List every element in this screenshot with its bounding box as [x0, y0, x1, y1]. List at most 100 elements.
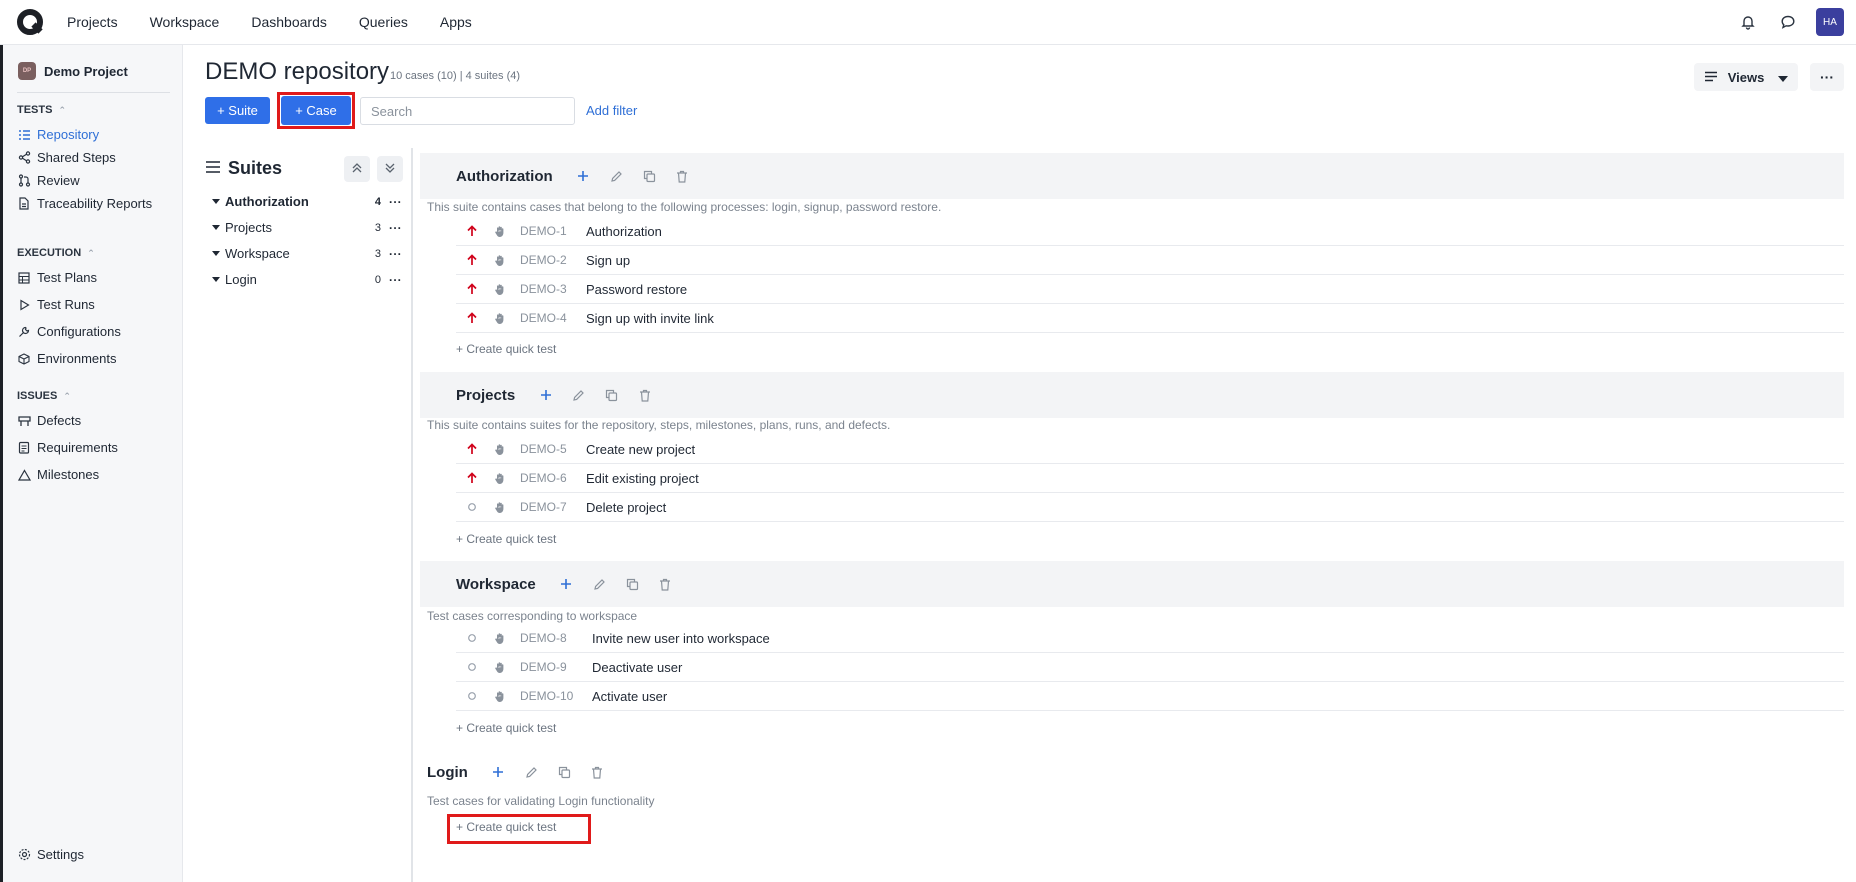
sidebar-item-label: Repository [37, 127, 100, 142]
chat-icon[interactable] [1768, 14, 1808, 30]
caret-down-icon[interactable] [212, 251, 220, 256]
project-switcher[interactable]: DP Demo Project [3, 45, 182, 80]
plus-icon[interactable] [482, 766, 515, 778]
case-title[interactable]: Delete project [586, 500, 666, 515]
caret-down-icon[interactable] [212, 199, 220, 204]
nav-dashboards[interactable]: Dashboards [251, 14, 327, 30]
copy-icon[interactable] [633, 170, 666, 183]
table-row[interactable]: DEMO-1 Authorization [456, 217, 1844, 246]
expand-all-button[interactable] [377, 156, 403, 182]
case-title[interactable]: Deactivate user [592, 660, 682, 675]
table-row[interactable]: DEMO-6 Edit existing project [456, 464, 1844, 493]
caret-down-icon[interactable] [212, 277, 220, 282]
menu-lines-icon [1704, 70, 1718, 85]
create-quick-test-link[interactable]: + Create quick test [456, 532, 556, 546]
tree-item-authorization[interactable]: Authorization 4 ... [212, 192, 402, 209]
sidebar-item-review[interactable]: Review [17, 173, 80, 188]
table-row[interactable]: DEMO-3 Password restore [456, 275, 1844, 304]
project-name: Demo Project [44, 63, 128, 79]
plus-icon[interactable] [567, 170, 600, 182]
pull-request-icon [17, 174, 31, 188]
tree-item-workspace[interactable]: Workspace 3 ... [212, 244, 402, 261]
trash-icon[interactable] [581, 766, 614, 779]
manual-hand-icon [492, 632, 508, 645]
more-options-button[interactable]: ··· [1810, 63, 1844, 91]
case-title[interactable]: Create new project [586, 442, 695, 457]
table-row[interactable]: DEMO-8 Invite new user into workspace [456, 624, 1844, 653]
collapse-all-button[interactable] [344, 156, 370, 182]
cube-icon [17, 352, 31, 366]
plus-icon[interactable] [550, 578, 583, 590]
table-row[interactable]: DEMO-5 Create new project [456, 435, 1844, 464]
add-filter-link[interactable]: Add filter [586, 103, 637, 118]
pencil-icon[interactable] [600, 170, 633, 183]
tree-item-projects[interactable]: Projects 3 ... [212, 218, 402, 235]
case-title[interactable]: Sign up [586, 253, 630, 268]
user-avatar[interactable]: HA [1816, 8, 1844, 36]
copy-icon[interactable] [616, 578, 649, 591]
tree-item-count: 4 [374, 195, 381, 208]
sidebar-item-traceability-reports[interactable]: Traceability Reports [17, 196, 152, 211]
trash-icon[interactable] [666, 170, 699, 183]
add-case-button[interactable]: + Case [281, 96, 351, 125]
sidebar-item-test-plans[interactable]: Test Plans [17, 270, 97, 285]
sidebar-item-defects[interactable]: Defects [17, 413, 81, 428]
section-execution[interactable]: EXECUTION ⌃ [3, 247, 95, 259]
table-row[interactable]: DEMO-2 Sign up [456, 246, 1844, 275]
pencil-icon[interactable] [583, 578, 616, 591]
copy-icon[interactable] [595, 389, 628, 402]
case-title[interactable]: Authorization [586, 224, 662, 239]
triangle-icon [17, 468, 31, 482]
create-quick-test-link[interactable]: + Create quick test [456, 721, 556, 735]
trash-icon[interactable] [628, 389, 661, 402]
sidebar-item-repository[interactable]: Repository [17, 127, 99, 142]
bell-icon[interactable] [1728, 14, 1768, 30]
nav-workspace[interactable]: Workspace [150, 14, 220, 30]
table-row[interactable]: DEMO-9 Deactivate user [456, 653, 1844, 682]
nav-projects[interactable]: Projects [67, 14, 118, 30]
add-suite-button[interactable]: + Suite [205, 97, 270, 124]
tree-item-login[interactable]: Login 0 ... [212, 270, 402, 287]
views-button[interactable]: Views [1694, 63, 1798, 91]
section-tests[interactable]: TESTS ⌃ [3, 104, 66, 116]
sidebar-item-test-runs[interactable]: Test Runs [17, 297, 95, 312]
table-row[interactable]: DEMO-7 Delete project [456, 493, 1844, 522]
more-dots-icon[interactable]: ... [389, 244, 402, 258]
more-dots-icon[interactable]: ... [389, 270, 402, 284]
case-title[interactable]: Password restore [586, 282, 687, 297]
priority-none-circle-icon [464, 691, 480, 701]
nav-queries[interactable]: Queries [359, 14, 408, 30]
create-quick-test-link[interactable]: + Create quick test [456, 820, 556, 834]
table-row[interactable]: DEMO-10 Activate user [456, 682, 1844, 711]
copy-icon[interactable] [548, 766, 581, 779]
manual-hand-icon [492, 283, 508, 296]
sidebar-item-shared-steps[interactable]: Shared Steps [17, 150, 116, 165]
table-row[interactable]: DEMO-4 Sign up with invite link [456, 304, 1844, 333]
search-input[interactable] [360, 97, 575, 125]
case-title[interactable]: Invite new user into workspace [592, 631, 770, 646]
table-icon [17, 271, 31, 285]
trash-icon[interactable] [649, 578, 682, 591]
qase-logo-icon[interactable] [15, 7, 45, 37]
play-icon [17, 298, 31, 312]
sidebar-item-environments[interactable]: Environments [17, 351, 116, 366]
sidebar-item-settings[interactable]: Settings [17, 847, 84, 862]
more-dots-icon[interactable]: ... [389, 218, 402, 232]
case-title[interactable]: Sign up with invite link [586, 311, 714, 326]
case-title[interactable]: Activate user [592, 689, 667, 704]
sidebar-item-milestones[interactable]: Milestones [17, 467, 99, 482]
section-issues[interactable]: ISSUES ⌃ [3, 390, 71, 402]
priority-none-circle-icon [464, 502, 480, 512]
create-quick-test-link[interactable]: + Create quick test [456, 342, 556, 356]
sidebar-item-requirements[interactable]: Requirements [17, 440, 118, 455]
panel-divider[interactable] [411, 148, 413, 882]
sidebar-item-configurations[interactable]: Configurations [17, 324, 121, 339]
nav-apps[interactable]: Apps [440, 14, 472, 30]
defect-icon [17, 414, 31, 428]
more-dots-icon[interactable]: ... [389, 192, 402, 206]
pencil-icon[interactable] [562, 389, 595, 402]
case-title[interactable]: Edit existing project [586, 471, 699, 486]
plus-icon[interactable] [529, 389, 562, 401]
pencil-icon[interactable] [515, 766, 548, 779]
caret-down-icon[interactable] [212, 225, 220, 230]
